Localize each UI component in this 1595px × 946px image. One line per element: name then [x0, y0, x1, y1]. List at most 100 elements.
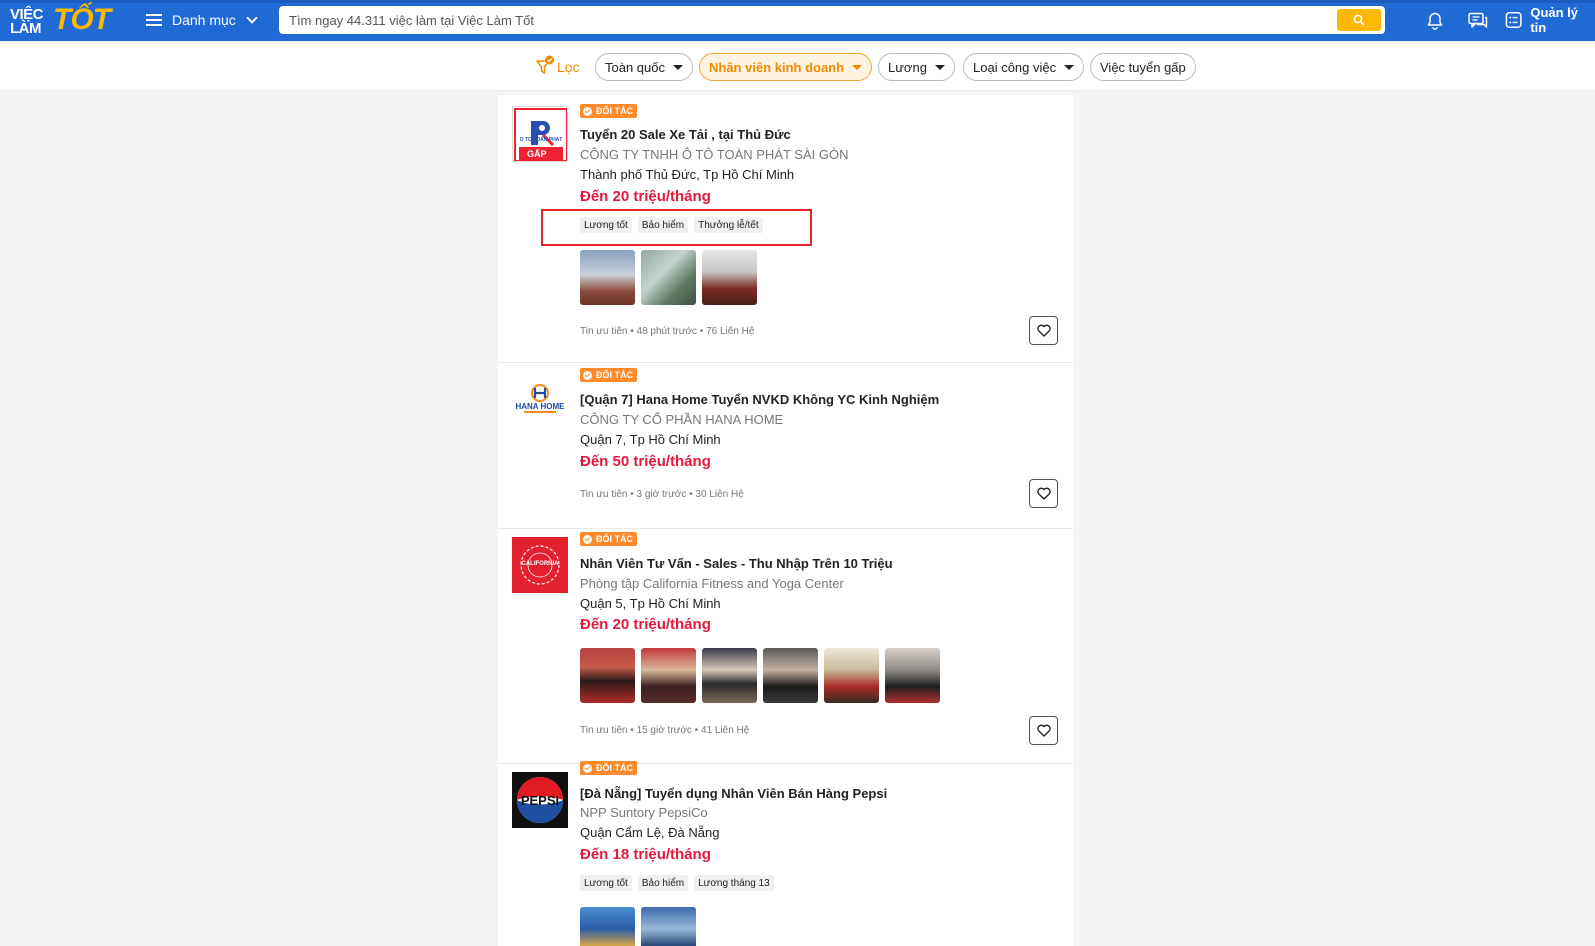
heart-icon: [1036, 324, 1051, 337]
site-logo[interactable]: VIỆC LÀM TỐT: [10, 3, 111, 39]
job-title[interactable]: Nhân Viên Tư Vấn - Sales - Thu Nhập Trên…: [580, 556, 893, 571]
job-salary: Đến 18 triệu/tháng: [580, 846, 711, 863]
logo-urgent-text: GẤP: [527, 149, 547, 159]
filter-bar: Lọc Toàn quốc Nhân viên kinh doanh Lương…: [0, 44, 1595, 91]
partner-badge: ĐỐI TÁC: [580, 104, 637, 118]
category-menu-label: Danh mục: [172, 12, 236, 28]
logo-company-text: CALIFORNIA: [521, 561, 559, 567]
chip-urgent-jobs-label: Việc tuyển gấp: [1100, 59, 1186, 75]
job-photo-thumbnail[interactable]: [641, 907, 696, 946]
job-location: Quận 5, Tp Hồ Chí Minh: [580, 596, 721, 611]
verified-check-icon: [583, 370, 592, 380]
top-header: VIỆC LÀM TỐT Danh mục Quản lý tin: [0, 0, 1595, 41]
heart-icon: [1036, 487, 1051, 500]
job-card[interactable]: PEPSI ĐỐI TÁC [Đà Nẵng] Tuyển dụng Nhân …: [498, 761, 1073, 946]
job-photos: [580, 250, 757, 305]
hamburger-icon: [146, 14, 162, 26]
caret-down-icon: [852, 64, 863, 70]
chevron-down-icon: [246, 12, 258, 24]
partner-badge-label: ĐỐI TÁC: [596, 534, 633, 544]
company-name: CÔNG TY CỔ PHẦN HANA HOME: [580, 412, 784, 427]
listing-meta: Tin ưu tiên • 15 giờ trước • 41 Liên Hệ: [580, 725, 750, 736]
filter-funnel-icon: [536, 55, 554, 74]
job-photo-thumbnail[interactable]: [580, 907, 635, 946]
search-bar: [279, 6, 1385, 34]
benefit-tags: Lương tốt Bảo hiểm Lương tháng 13: [580, 875, 774, 891]
logo-company-text: PEPSI: [520, 793, 560, 808]
job-photo-thumbnail[interactable]: [763, 648, 818, 703]
logo-company-text: Ô TÔ TOÀN PHÁT: [519, 137, 563, 143]
caret-down-icon: [934, 64, 945, 70]
manage-list-icon: [1505, 12, 1522, 28]
partner-badge: ĐỐI TÁC: [580, 761, 637, 775]
job-photo-thumbnail[interactable]: [824, 648, 879, 703]
job-location: Quận 7, Tp Hồ Chí Minh: [580, 432, 721, 447]
job-salary: Đến 20 triệu/tháng: [580, 188, 711, 205]
job-photos: [580, 907, 696, 946]
manage-posts-button[interactable]: Quản lý tin: [1505, 5, 1595, 35]
filter-button[interactable]: Lọc: [535, 54, 580, 80]
company-name: Phòng tập California Fitness and Yoga Ce…: [580, 576, 844, 591]
job-title[interactable]: [Quận 7] Hana Home Tuyển NVKD Không YC K…: [580, 392, 939, 407]
chip-location-label: Toàn quốc: [605, 59, 665, 75]
company-name: CÔNG TY TNHH Ô TÔ TOÀN PHÁT SÀI GÒN: [580, 147, 849, 162]
listing-meta: Tin ưu tiên • 48 phút trước • 76 Liên Hệ: [580, 326, 755, 337]
verified-check-icon: [583, 106, 592, 116]
filter-label: Lọc: [557, 59, 580, 75]
verified-check-icon: [583, 534, 592, 544]
job-card[interactable]: HANA HOME ĐỐI TÁC [Quận 7] Hana Home Tuy…: [498, 363, 1073, 529]
partner-badge-label: ĐỐI TÁC: [596, 370, 633, 380]
logo-text-line2: LÀM: [10, 20, 42, 37]
job-photo-thumbnail[interactable]: [702, 250, 757, 305]
listing-meta: Tin ưu tiên • 3 giờ trước • 30 Liên Hệ: [580, 489, 744, 500]
caret-down-icon: [1064, 64, 1075, 70]
benefit-tag: Lương tốt: [580, 875, 632, 891]
header-strip: [0, 0, 1595, 3]
heart-icon: [1036, 724, 1051, 737]
partner-badge: ĐỐI TÁC: [580, 532, 637, 546]
partner-badge: ĐỐI TÁC: [580, 368, 637, 382]
save-job-button[interactable]: [1029, 716, 1058, 745]
job-photo-thumbnail[interactable]: [641, 648, 696, 703]
search-icon: [1353, 14, 1365, 26]
job-location: Quận Cẩm Lệ, Đà Nẵng: [580, 825, 720, 840]
job-location: Thành phố Thủ Đức, Tp Hồ Chí Minh: [580, 167, 795, 182]
save-job-button[interactable]: [1029, 479, 1058, 508]
job-title[interactable]: Tuyển 20 Sale Xe Tải , tại Thủ Đức: [580, 127, 791, 142]
manage-posts-label: Quản lý tin: [1530, 5, 1579, 35]
highlight-annotation-box: [541, 209, 812, 246]
chip-job-type[interactable]: Loại công việc: [963, 53, 1085, 81]
chip-location[interactable]: Toàn quốc: [595, 53, 693, 81]
company-logo: PEPSI: [512, 772, 568, 828]
job-card[interactable]: CALIFORNIA ĐỐI TÁC Nhân Viên Tư Vấn - Sa…: [498, 529, 1073, 764]
job-photos: [580, 648, 940, 703]
search-button[interactable]: [1337, 9, 1381, 31]
save-job-button[interactable]: [1029, 316, 1058, 345]
company-logo: Ô TÔ TOÀN PHÁT GẤP: [512, 106, 568, 162]
benefit-tag: Lương tháng 13: [694, 875, 774, 891]
company-logo: CALIFORNIA: [512, 537, 568, 593]
chip-salary[interactable]: Lương: [878, 53, 955, 81]
job-title[interactable]: [Đà Nẵng] Tuyển dụng Nhân Viên Bán Hàng …: [580, 786, 887, 801]
chat-icon[interactable]: [1466, 9, 1490, 33]
chip-category-label: Nhân viên kinh doanh: [709, 59, 845, 75]
verified-check-icon: [583, 763, 592, 773]
caret-down-icon: [673, 64, 683, 70]
chip-urgent-jobs[interactable]: Việc tuyển gấp: [1090, 53, 1196, 81]
search-input[interactable]: [289, 6, 1309, 34]
notification-bell-icon[interactable]: [1423, 9, 1447, 33]
benefit-tag: Bảo hiểm: [637, 875, 689, 891]
logo-text-big: TỐT: [53, 3, 111, 36]
category-menu-button[interactable]: Danh mục: [146, 8, 258, 32]
job-photo-thumbnail[interactable]: [580, 250, 635, 305]
job-photo-thumbnail[interactable]: [580, 648, 635, 703]
job-salary: Đến 50 triệu/tháng: [580, 453, 711, 470]
company-name: NPP Suntory PepsiCo: [580, 805, 708, 820]
job-photo-thumbnail[interactable]: [885, 648, 940, 703]
chip-category[interactable]: Nhân viên kinh doanh: [699, 53, 873, 81]
company-logo: HANA HOME: [512, 373, 568, 429]
job-photo-thumbnail[interactable]: [702, 648, 757, 703]
chip-job-type-label: Loại công việc: [973, 59, 1057, 75]
job-photo-thumbnail[interactable]: [641, 250, 696, 305]
partner-badge-label: ĐỐI TÁC: [596, 106, 633, 116]
